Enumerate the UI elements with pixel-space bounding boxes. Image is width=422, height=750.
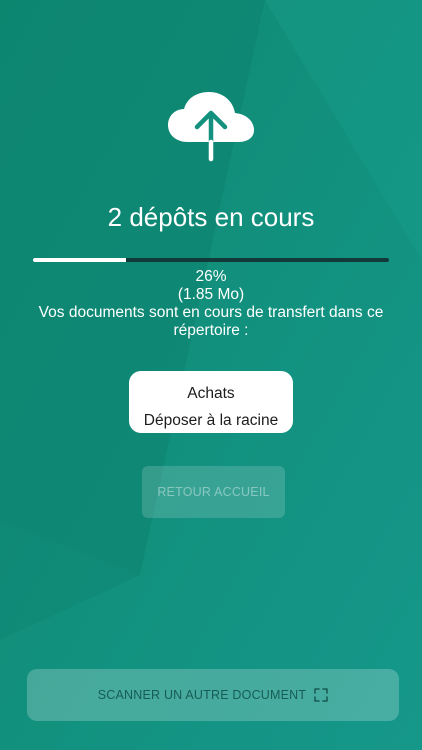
cloud-upload-icon — [168, 92, 254, 162]
folder-action: Déposer à la racine — [143, 412, 279, 429]
upload-percent: 26% — [195, 268, 227, 285]
upload-progress-bar — [33, 258, 389, 262]
upload-title: 2 dépôts en cours — [107, 202, 315, 232]
scan-another-document-button[interactable]: SCANNER UN AUTRE DOCUMENT — [27, 669, 399, 721]
upload-progress-fill — [33, 258, 126, 262]
destination-folder-card[interactable]: Achats Déposer à la racine — [129, 371, 293, 433]
scan-button-label: SCANNER UN AUTRE DOCUMENT — [97, 688, 307, 702]
upload-message: Vos documents sont en cours de transfert… — [38, 304, 384, 339]
upload-progress-screen: 2 dépôts en cours 26% (1.85 Mo) Vos docu… — [0, 0, 422, 750]
back-home-button[interactable]: RETOUR ACCUEIL — [142, 466, 285, 518]
upload-info: 26% (1.85 Mo) Vos documents sont en cour… — [20, 268, 402, 340]
scan-frame-icon — [314, 688, 329, 702]
folder-name: Achats — [187, 385, 235, 402]
upload-size: (1.85 Mo) — [177, 286, 245, 303]
